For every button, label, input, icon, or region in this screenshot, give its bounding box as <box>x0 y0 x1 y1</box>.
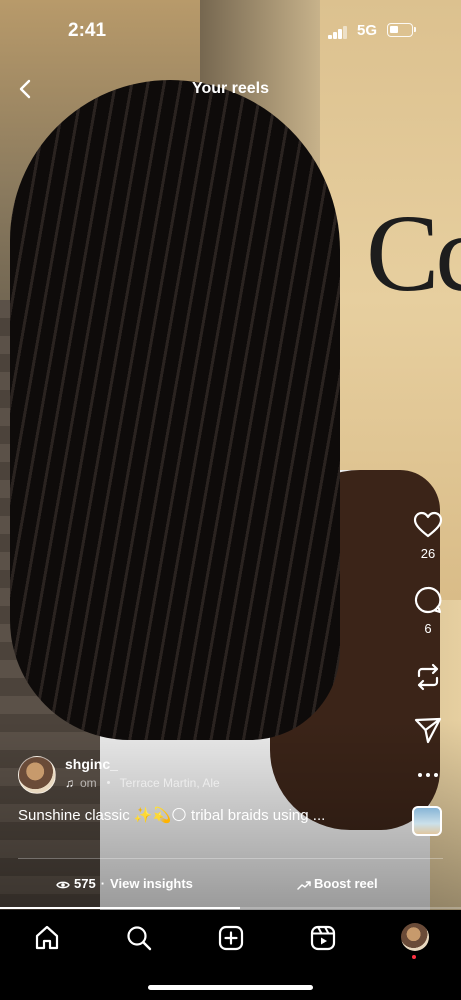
remix-action[interactable] <box>408 662 448 692</box>
network-type: 5G <box>357 22 378 39</box>
search-icon[interactable] <box>125 924 153 952</box>
battery-icon <box>387 23 416 37</box>
more-icon[interactable] <box>413 760 443 790</box>
boost-reel-label: Boost reel <box>314 876 378 891</box>
status-time: 2:41 <box>68 20 107 41</box>
share-action[interactable] <box>408 715 448 745</box>
remix-icon[interactable] <box>413 662 443 692</box>
home-indicator <box>148 985 313 990</box>
author-avatar[interactable] <box>18 756 56 794</box>
page-title: Your reels <box>191 80 270 97</box>
notification-dot <box>412 955 416 959</box>
playback-progress-fill <box>0 907 240 909</box>
audio-row[interactable]: ♫ om Terrace Martin, Ale <box>65 776 220 790</box>
comment-icon[interactable] <box>413 585 443 615</box>
heart-icon[interactable] <box>413 510 443 540</box>
playback-progress[interactable] <box>0 907 461 909</box>
status-bar: 2:41 5G <box>0 0 461 60</box>
reel-caption[interactable]: Sunshine classic ✨💫🌕 tribal braids using… <box>18 806 325 824</box>
author-username[interactable]: shginc_ <box>65 756 118 772</box>
wall-lettering: Cc <box>366 192 461 314</box>
signal-icon <box>328 25 348 39</box>
reels-icon[interactable] <box>309 924 337 952</box>
reel-video[interactable]: Cc <box>0 0 461 910</box>
view-insights-link[interactable]: 575 · View insights <box>56 876 193 891</box>
home-icon[interactable] <box>33 924 61 952</box>
music-note-icon: ♫ <box>65 776 74 790</box>
eye-icon <box>56 881 70 888</box>
view-insights-label: View insights <box>110 876 193 891</box>
audio-separator <box>106 781 110 785</box>
divider <box>18 858 443 859</box>
subject-braids <box>10 80 340 740</box>
more-action[interactable] <box>408 760 448 790</box>
view-count: 575 <box>74 876 96 891</box>
trend-up-icon <box>297 880 311 890</box>
bullet-separator: · <box>100 876 106 891</box>
audio-track: Terrace Martin, Ale <box>119 776 220 790</box>
comment-count: 6 <box>424 621 432 636</box>
audio-thumbnail[interactable] <box>412 806 442 836</box>
comment-action[interactable]: 6 <box>408 585 448 636</box>
like-action[interactable]: 26 <box>408 510 448 561</box>
profile-avatar[interactable] <box>401 923 429 951</box>
boost-reel-button[interactable]: Boost reel <box>297 876 378 891</box>
create-icon[interactable] <box>217 924 245 952</box>
like-count: 26 <box>420 546 436 561</box>
audio-prefix: om <box>80 776 97 790</box>
send-icon[interactable] <box>413 715 443 745</box>
